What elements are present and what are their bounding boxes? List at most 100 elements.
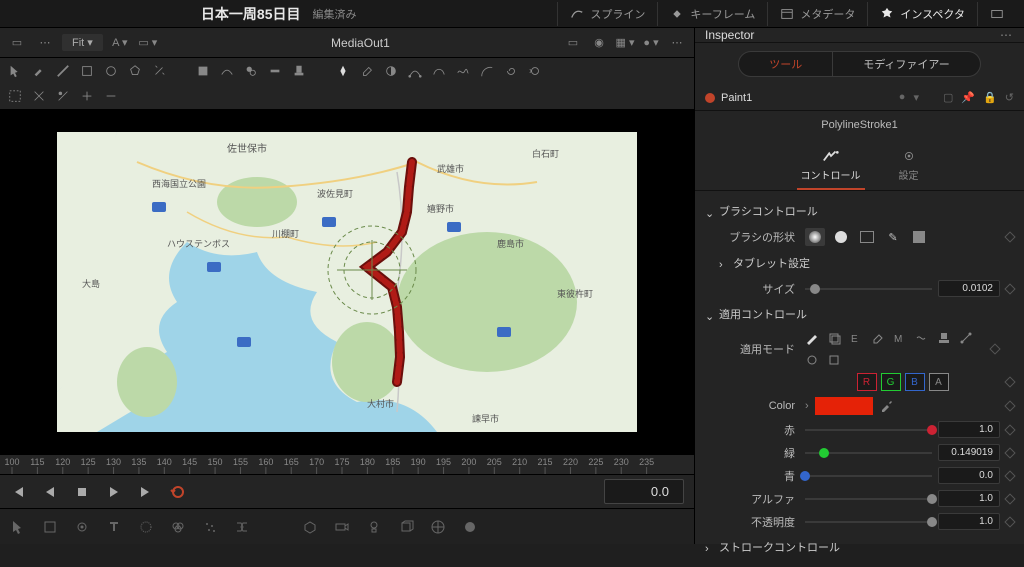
bezier-tool-icon[interactable] bbox=[432, 64, 446, 78]
smear-tool-icon[interactable] bbox=[268, 64, 282, 78]
3d-icon[interactable] bbox=[302, 519, 318, 535]
tracker-icon[interactable] bbox=[74, 519, 90, 535]
opacity-value[interactable]: 1.0 bbox=[938, 513, 1000, 530]
node-header[interactable]: Paint1 ● ▾ ▢ 📌 🔒 ↺ bbox=[695, 85, 1024, 111]
tab-metadata[interactable]: メタデータ bbox=[767, 2, 867, 26]
tab-spline[interactable]: スプライン bbox=[557, 2, 657, 26]
blue-value[interactable]: 0.0 bbox=[938, 467, 1000, 484]
contract-icon[interactable] bbox=[104, 89, 118, 103]
material-icon[interactable] bbox=[462, 519, 478, 535]
inspector-tab-modifier[interactable]: モディファイアー bbox=[833, 51, 981, 77]
channel-a-button[interactable]: A bbox=[929, 373, 949, 391]
viewer-options-icon[interactable]: ⋯ bbox=[34, 33, 56, 53]
viewer-canvas[interactable]: 佐世保市 西海国立公園 ハウステンボス 川棚町 波佐見町 武雄市 白石町 嬉野市… bbox=[0, 110, 694, 454]
node-lock-icon[interactable]: 🔒 bbox=[983, 91, 997, 104]
spiral-tool-icon[interactable] bbox=[504, 64, 518, 78]
blue-slider[interactable] bbox=[805, 475, 932, 477]
size-slider[interactable] bbox=[805, 288, 932, 290]
mode-merge-icon[interactable]: M bbox=[893, 331, 907, 345]
invert-icon[interactable] bbox=[56, 89, 70, 103]
node-pin-icon[interactable]: 📌 bbox=[961, 91, 975, 104]
play-icon[interactable] bbox=[106, 484, 122, 500]
channel-g-button[interactable]: G bbox=[881, 373, 901, 391]
brush-shape-circle[interactable] bbox=[831, 228, 851, 246]
node-reset-icon[interactable]: ↺ bbox=[1005, 91, 1014, 104]
fill-tool-icon[interactable] bbox=[196, 64, 210, 78]
alpha-slider[interactable] bbox=[805, 498, 932, 500]
stop-icon[interactable] bbox=[74, 484, 90, 500]
mode-color-icon[interactable] bbox=[805, 331, 819, 345]
shape3d-icon[interactable] bbox=[398, 519, 414, 535]
stamp-tool-icon[interactable] bbox=[292, 64, 306, 78]
color-icon[interactable]: ● ▾ bbox=[640, 33, 662, 53]
keyframe-diamond[interactable] bbox=[1004, 231, 1015, 242]
node-copy-icon[interactable]: ▢ bbox=[943, 91, 953, 104]
ellipse-tool-icon[interactable] bbox=[104, 64, 118, 78]
section-stroke-controls[interactable]: ›ストロークコントロール bbox=[695, 533, 1024, 561]
mode-clone-icon[interactable] bbox=[827, 331, 841, 345]
view-a-button[interactable]: A ▾ bbox=[109, 33, 131, 53]
eraser-tool-icon[interactable] bbox=[360, 64, 374, 78]
pointer-tool-icon[interactable] bbox=[8, 64, 22, 78]
loop-icon[interactable] bbox=[170, 484, 186, 500]
mode-wire-icon[interactable] bbox=[959, 331, 973, 345]
green-slider[interactable] bbox=[805, 452, 932, 454]
brush-shape-soft[interactable] bbox=[805, 228, 825, 246]
curves-tool-icon[interactable] bbox=[220, 64, 234, 78]
tab-secondary-viewer[interactable] bbox=[977, 2, 1016, 26]
color-corrector-icon[interactable] bbox=[170, 519, 186, 535]
mode-extra1-icon[interactable] bbox=[805, 353, 819, 367]
arc-tool-icon[interactable] bbox=[480, 64, 494, 78]
polygon-tool-icon[interactable] bbox=[128, 64, 142, 78]
keyframe-diamond[interactable] bbox=[1004, 493, 1015, 504]
keyframe-diamond[interactable] bbox=[1004, 283, 1015, 294]
rect-tool-icon[interactable] bbox=[80, 64, 94, 78]
tab-inspector[interactable]: インスペクタ bbox=[867, 2, 977, 26]
crop-icon[interactable] bbox=[42, 519, 58, 535]
mode-emboss-icon[interactable]: E bbox=[849, 331, 863, 345]
mode-tab-settings[interactable]: 設定 bbox=[895, 143, 923, 190]
render3d-icon[interactable] bbox=[430, 519, 446, 535]
deselect-icon[interactable] bbox=[32, 89, 46, 103]
inspector-tab-tool[interactable]: ツール bbox=[738, 51, 833, 77]
go-end-icon[interactable] bbox=[138, 484, 154, 500]
go-start-icon[interactable] bbox=[10, 484, 26, 500]
mask-tool-icon[interactable] bbox=[384, 64, 398, 78]
opacity-slider[interactable] bbox=[805, 521, 932, 523]
keyframe-diamond[interactable] bbox=[989, 343, 1000, 354]
keyframe-diamond[interactable] bbox=[1004, 400, 1015, 411]
pen-tool-icon[interactable] bbox=[336, 64, 350, 78]
text-icon[interactable] bbox=[106, 519, 122, 535]
mode-tab-controls[interactable]: コントロール bbox=[797, 143, 865, 190]
stereo-icon[interactable]: ▭ bbox=[562, 33, 584, 53]
wand-tool-icon[interactable] bbox=[152, 64, 166, 78]
tab-keyframe[interactable]: キーフレーム bbox=[657, 2, 767, 26]
mode-smear-icon[interactable] bbox=[915, 331, 929, 345]
brush-tool-icon[interactable] bbox=[32, 64, 46, 78]
inspector-menu-icon[interactable]: ⋯ bbox=[1000, 28, 1014, 42]
mode-erase-icon[interactable] bbox=[871, 331, 885, 345]
settings-icon[interactable]: ⋯ bbox=[666, 33, 688, 53]
play-reverse-icon[interactable] bbox=[42, 484, 58, 500]
snapshot-icon[interactable]: ◉ bbox=[588, 33, 610, 53]
zoom-select[interactable]: Fit ▾ bbox=[62, 34, 103, 51]
node-chevron-icon[interactable]: ▾ bbox=[913, 91, 919, 104]
keyframe-diamond[interactable] bbox=[1004, 424, 1015, 435]
select-all-icon[interactable] bbox=[8, 89, 22, 103]
section-apply-controls[interactable]: ⌄適用コントロール bbox=[695, 300, 1024, 328]
viewer-layout-icon[interactable]: ▭ bbox=[6, 33, 28, 53]
green-value[interactable]: 0.149019 bbox=[938, 444, 1000, 461]
clone-tool-icon[interactable] bbox=[244, 64, 258, 78]
merge-icon[interactable] bbox=[234, 519, 250, 535]
grid-icon[interactable]: ▦ ▾ bbox=[614, 33, 636, 53]
brush-shape-square[interactable] bbox=[909, 228, 929, 246]
pointer-icon[interactable] bbox=[10, 519, 26, 535]
timecode-display[interactable]: 0.0 bbox=[604, 479, 684, 504]
color-expand-icon[interactable]: › bbox=[805, 400, 809, 412]
path-tool-icon[interactable] bbox=[408, 64, 422, 78]
channel-r-button[interactable]: R bbox=[857, 373, 877, 391]
line-tool-icon[interactable] bbox=[56, 64, 70, 78]
view-b-button[interactable]: ▭ ▾ bbox=[137, 33, 159, 53]
freehand-tool-icon[interactable] bbox=[456, 64, 470, 78]
red-slider[interactable] bbox=[805, 429, 932, 431]
